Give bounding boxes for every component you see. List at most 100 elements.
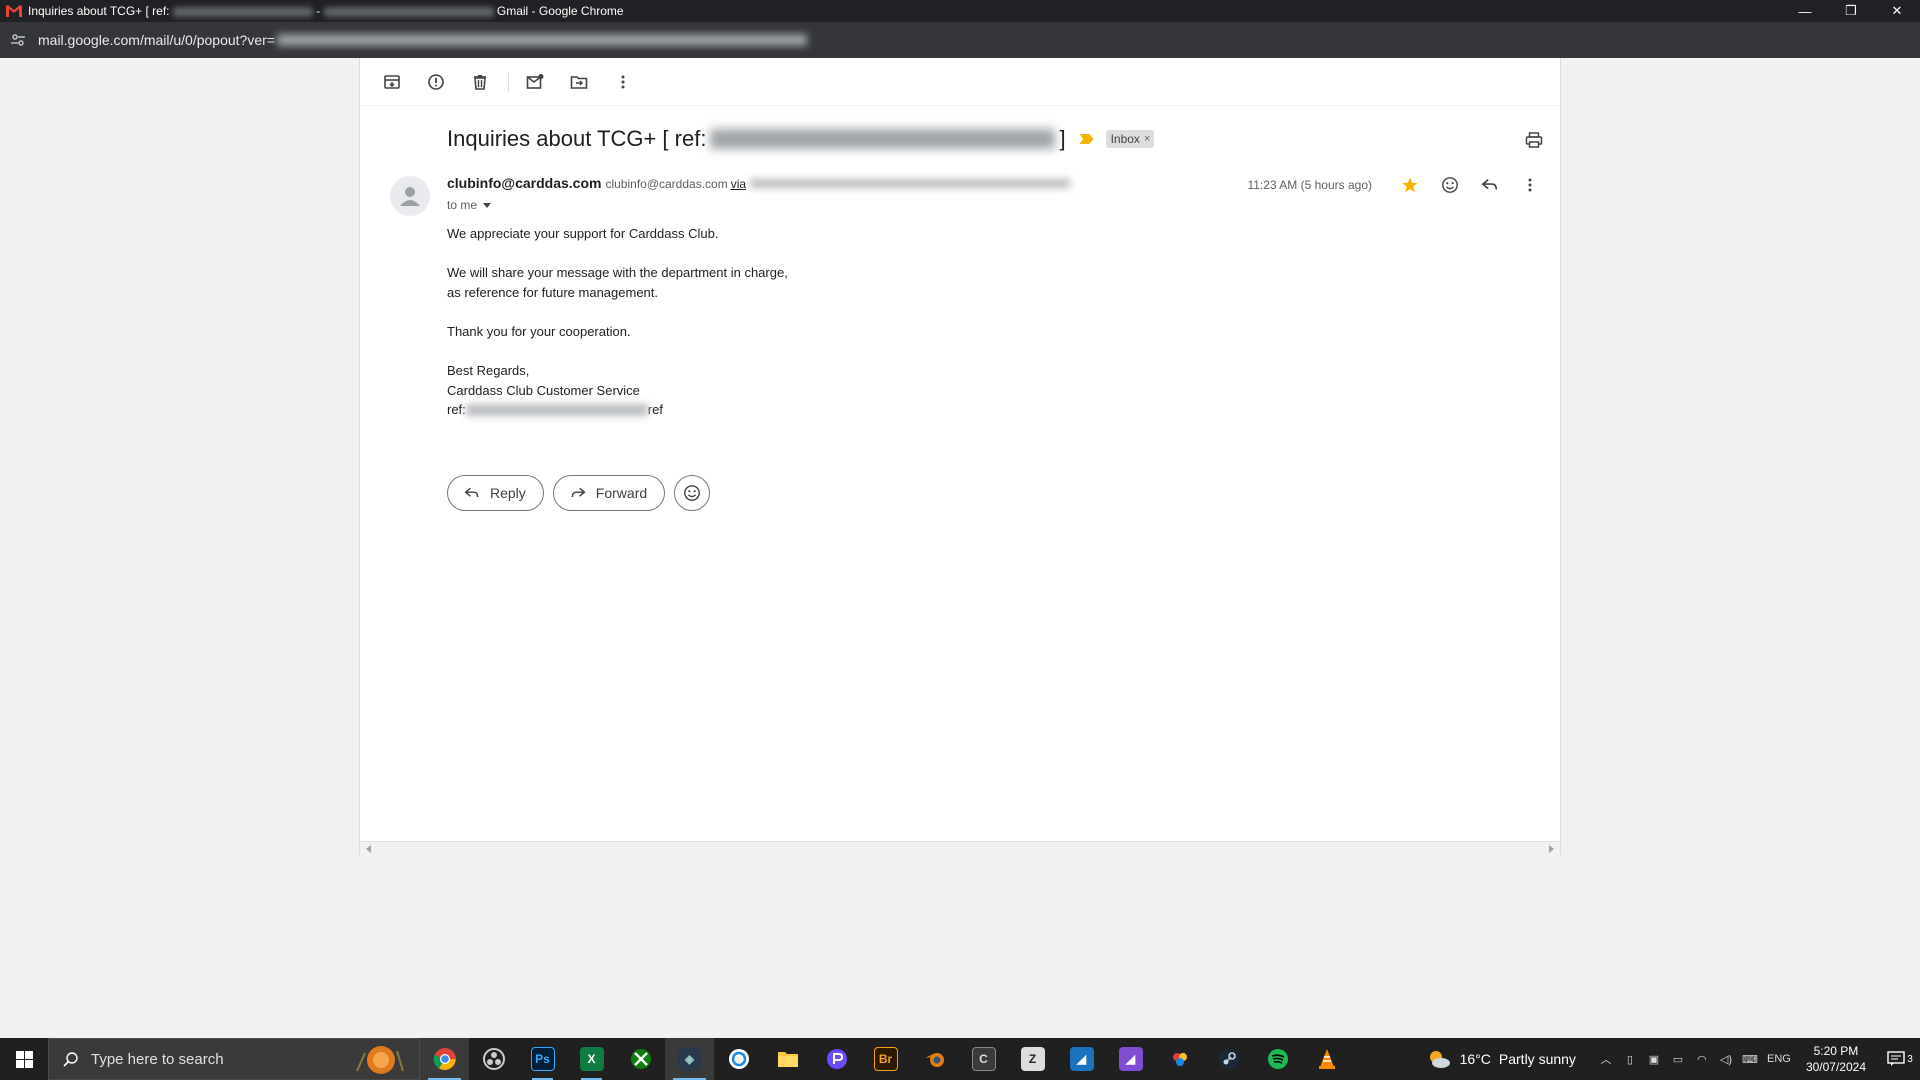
emoji-react-button[interactable] bbox=[674, 475, 711, 511]
search-highlight-icon bbox=[351, 1043, 411, 1077]
taskbar-davinci[interactable]: ◈ bbox=[665, 1038, 714, 1080]
taskbar-vlc[interactable] bbox=[1302, 1038, 1351, 1080]
photoshop-icon: Ps bbox=[530, 1047, 555, 1071]
window-title-suffix: Gmail - Google Chrome bbox=[496, 4, 624, 18]
davinci-icon: ◈ bbox=[677, 1047, 702, 1071]
resolve-icon bbox=[1169, 1049, 1190, 1069]
subject-suffix: ] bbox=[1059, 126, 1066, 151]
scroll-right-icon[interactable] bbox=[1549, 845, 1554, 853]
taskbar-spotify[interactable] bbox=[1253, 1038, 1302, 1080]
via-link[interactable]: via bbox=[731, 177, 746, 191]
body-line: We will share your message with the depa… bbox=[447, 265, 788, 281]
taskbar-davinci-resolve[interactable] bbox=[1155, 1038, 1204, 1080]
clock[interactable]: 5:20 PM 30/07/2024 bbox=[1806, 1043, 1866, 1075]
message-actions: Reply Forward bbox=[447, 475, 711, 511]
address-bar[interactable]: mail.google.com/mail/u/0/popout?ver= bbox=[0, 22, 1920, 58]
taskbar-obs[interactable] bbox=[469, 1038, 518, 1080]
minimize-button[interactable]: — bbox=[1782, 0, 1828, 22]
delete-button[interactable] bbox=[464, 66, 496, 98]
folder-icon bbox=[777, 1052, 798, 1067]
chevron-down-icon[interactable] bbox=[483, 202, 492, 208]
archive-button[interactable] bbox=[376, 66, 408, 98]
redacted-text bbox=[172, 6, 313, 17]
emoji-icon bbox=[1442, 177, 1458, 193]
add-reaction-button[interactable] bbox=[1430, 173, 1470, 197]
window-controls: — ❐ ✕ bbox=[1782, 0, 1920, 22]
label-chip-inbox[interactable]: Inbox × bbox=[1105, 130, 1155, 148]
reply-icon bbox=[464, 487, 479, 498]
weather-widget[interactable]: 16°C Partly sunny bbox=[1426, 1048, 1576, 1070]
weather-desc: Partly sunny bbox=[1498, 1051, 1576, 1067]
mark-unread-button[interactable] bbox=[519, 66, 551, 98]
taskbar-affinity-designer[interactable]: ◢ bbox=[1057, 1038, 1106, 1080]
steam-icon bbox=[1218, 1049, 1239, 1069]
vlc-icon bbox=[1318, 1049, 1335, 1069]
taskbar-app-c[interactable]: C bbox=[959, 1038, 1008, 1080]
remove-label-button[interactable]: × bbox=[1144, 133, 1150, 145]
site-info-icon[interactable] bbox=[10, 32, 26, 48]
more-options-button[interactable] bbox=[607, 66, 639, 98]
label-chip-text: Inbox bbox=[1110, 132, 1140, 146]
star-button[interactable] bbox=[1390, 173, 1430, 197]
tray-app-icon[interactable]: ▯ bbox=[1618, 1053, 1642, 1066]
star-icon bbox=[1402, 177, 1418, 193]
move-to-button[interactable] bbox=[563, 66, 595, 98]
taskbar-proton[interactable] bbox=[812, 1038, 861, 1080]
close-window-button[interactable]: ✕ bbox=[1874, 0, 1920, 22]
volume-icon[interactable]: ◁) bbox=[1714, 1053, 1738, 1066]
notification-count: 3 bbox=[1907, 1053, 1913, 1065]
horizontal-scrollbar[interactable] bbox=[360, 841, 1560, 855]
taskbar-chrome[interactable] bbox=[420, 1038, 469, 1080]
taskbar-photoshop[interactable]: Ps bbox=[518, 1038, 567, 1080]
report-spam-button[interactable] bbox=[420, 66, 452, 98]
print-button[interactable] bbox=[1522, 128, 1546, 152]
print-icon bbox=[1525, 132, 1543, 148]
taskbar-blender[interactable] bbox=[910, 1038, 959, 1080]
taskbar-bridge[interactable]: Br bbox=[861, 1038, 910, 1080]
meet-now-icon[interactable]: ▣ bbox=[1642, 1053, 1666, 1066]
reply-icon-button[interactable] bbox=[1470, 173, 1510, 197]
scroll-left-icon[interactable] bbox=[366, 845, 371, 853]
chrome-icon bbox=[433, 1048, 456, 1070]
more-vert-icon bbox=[621, 75, 625, 88]
ref-prefix: ref: bbox=[447, 402, 466, 418]
taskbar-file-explorer[interactable] bbox=[763, 1038, 812, 1080]
sender-avatar[interactable] bbox=[390, 176, 430, 216]
reply-icon bbox=[1481, 178, 1498, 190]
more-vert-icon bbox=[1528, 178, 1532, 192]
sender-email: clubinfo@carddas.com bbox=[605, 177, 728, 191]
forward-button[interactable]: Forward bbox=[552, 475, 666, 511]
keyboard-icon[interactable]: ⌨ bbox=[1738, 1053, 1762, 1066]
taskbar-xbox[interactable] bbox=[616, 1038, 665, 1080]
taskbar-zbrush[interactable]: Z bbox=[1008, 1038, 1057, 1080]
redacted-text bbox=[276, 34, 807, 46]
system-tray: 16°C Partly sunny ︿ ▯ ▣ ▭ ◠ ◁) ⌨ ENG 5:2… bbox=[1426, 1038, 1920, 1080]
start-button[interactable] bbox=[0, 1038, 48, 1080]
battery-icon[interactable]: ▭ bbox=[1666, 1053, 1690, 1066]
sender-line: clubinfo@carddas.com clubinfo@carddas.co… bbox=[447, 175, 1071, 191]
email-subject: Inquiries about TCG+ [ ref: ] Inbox × bbox=[447, 126, 1155, 152]
taskbar-steam[interactable] bbox=[1204, 1038, 1253, 1080]
show-hidden-icons-button[interactable]: ︿ bbox=[1594, 1051, 1618, 1067]
language-indicator[interactable]: ENG bbox=[1762, 1053, 1796, 1065]
taskbar-search[interactable]: Type here to search bbox=[48, 1038, 420, 1080]
excel-icon: X bbox=[579, 1047, 604, 1071]
app-c-icon: C bbox=[971, 1047, 996, 1071]
person-icon bbox=[400, 187, 420, 206]
wifi-icon[interactable]: ◠ bbox=[1690, 1053, 1714, 1066]
message-more-button[interactable] bbox=[1510, 173, 1550, 197]
importance-marker-icon[interactable] bbox=[1079, 134, 1094, 144]
weather-temp: 16°C bbox=[1459, 1051, 1491, 1067]
sender-name[interactable]: clubinfo@carddas.com bbox=[447, 175, 601, 191]
sync-app-icon bbox=[728, 1049, 749, 1069]
taskbar-affinity-photo[interactable]: ◢ bbox=[1106, 1038, 1155, 1080]
xbox-icon bbox=[630, 1049, 651, 1069]
restore-button[interactable]: ❐ bbox=[1828, 0, 1874, 22]
search-placeholder: Type here to search bbox=[91, 1050, 224, 1068]
taskbar-app-edge[interactable] bbox=[714, 1038, 763, 1080]
redacted-text bbox=[710, 129, 1056, 149]
notifications-button[interactable]: 3 bbox=[1880, 1051, 1920, 1067]
taskbar-excel[interactable]: X bbox=[567, 1038, 616, 1080]
reply-button[interactable]: Reply bbox=[447, 475, 544, 511]
recipient-details[interactable]: to me bbox=[447, 198, 492, 212]
